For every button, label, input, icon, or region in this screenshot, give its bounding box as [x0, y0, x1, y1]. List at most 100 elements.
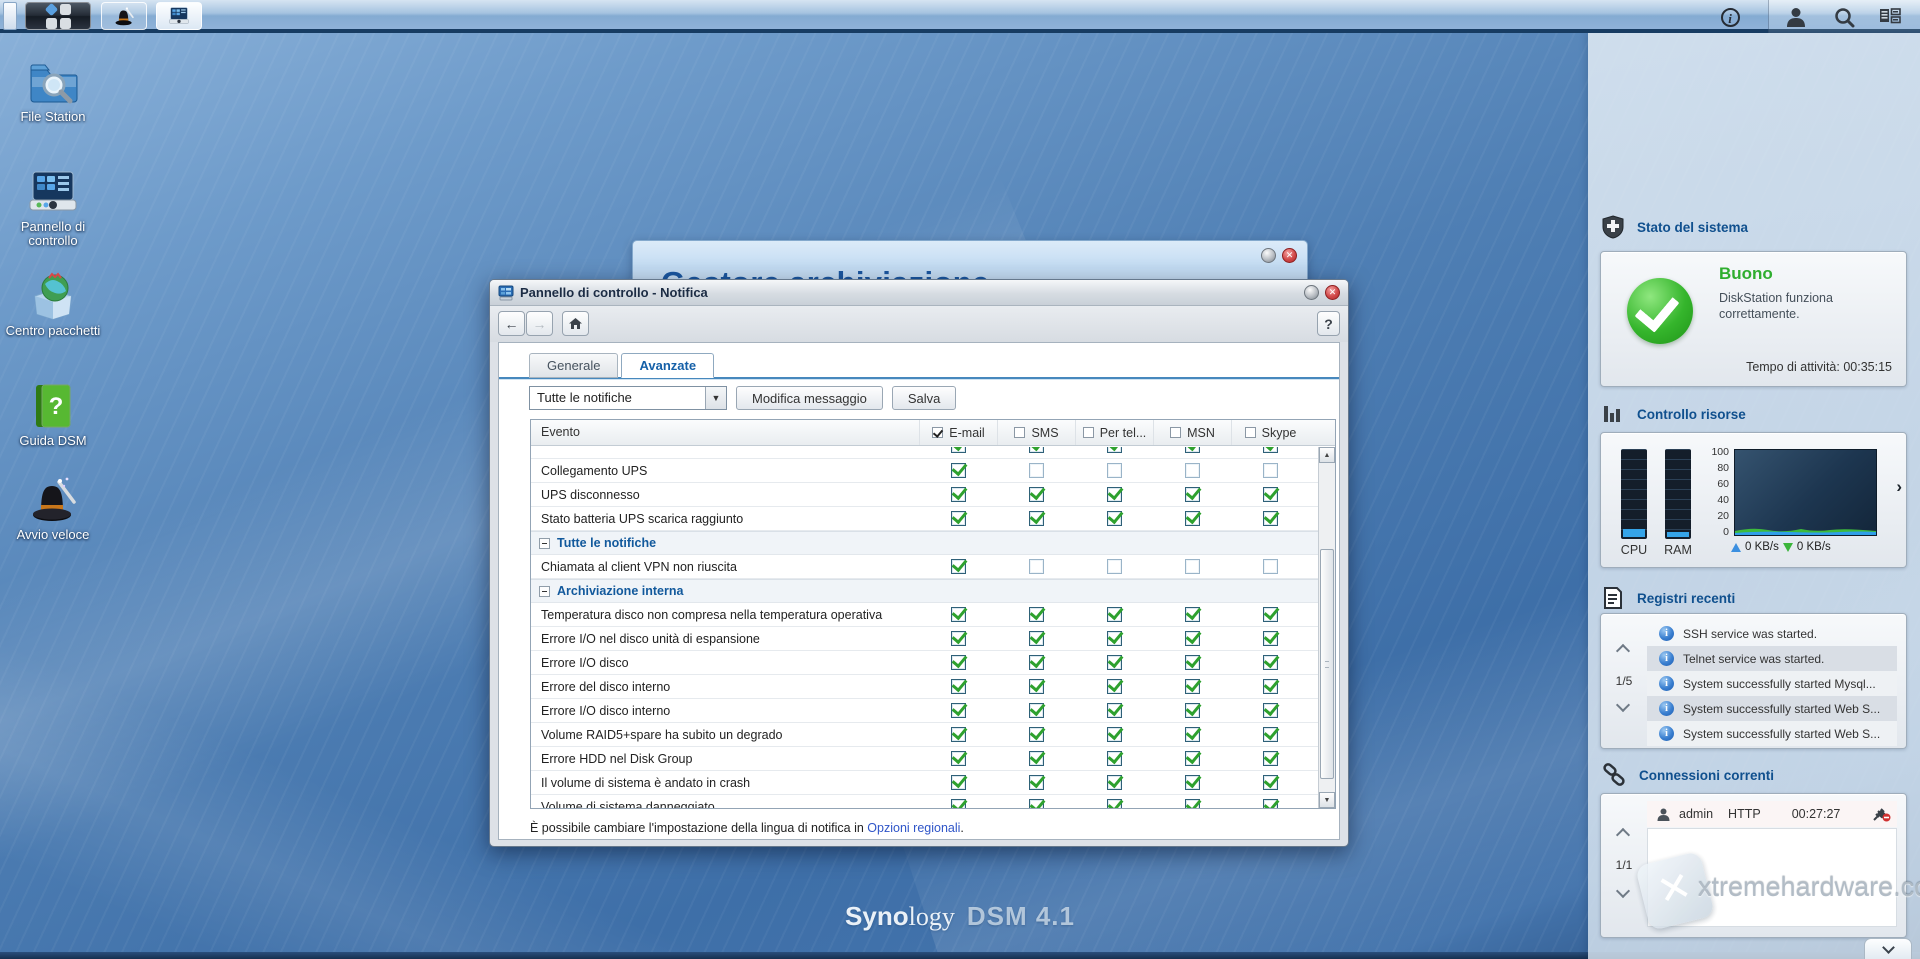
notification-checkbox[interactable] — [1263, 463, 1278, 478]
notification-checkbox[interactable] — [1107, 775, 1122, 790]
table-row[interactable]: UPS disconnesso — [531, 483, 1318, 507]
notification-checkbox[interactable] — [1185, 799, 1200, 808]
tab-avanzate[interactable]: Avanzate — [621, 353, 714, 378]
notification-checkbox[interactable] — [1185, 487, 1200, 502]
tab-generale[interactable]: Generale — [529, 353, 618, 378]
expand-resource-button[interactable]: › — [1896, 477, 1902, 497]
page-down-icon[interactable] — [1616, 884, 1630, 898]
notification-checkbox[interactable] — [1263, 655, 1278, 670]
notification-checkbox[interactable] — [1263, 799, 1278, 808]
page-down-icon[interactable] — [1616, 698, 1630, 712]
notification-checkbox[interactable] — [1263, 751, 1278, 766]
desktop-icon-file-station[interactable]: File Station — [0, 58, 106, 124]
notification-checkbox[interactable] — [1185, 559, 1200, 574]
table-row[interactable]: Temperatura disco non compresa nella tem… — [531, 603, 1318, 627]
notification-checkbox[interactable] — [951, 559, 966, 574]
home-button[interactable] — [562, 311, 589, 336]
table-row[interactable]: Errore I/O nel disco unità di espansione — [531, 627, 1318, 651]
scrollbar-thumb[interactable] — [1320, 549, 1334, 779]
notification-checkbox[interactable] — [951, 487, 966, 502]
dialog-titlebar[interactable]: Pannello di controllo - Notifica ✕ — [490, 280, 1348, 306]
notification-checkbox[interactable] — [1185, 631, 1200, 646]
notification-checkbox[interactable] — [1029, 447, 1044, 453]
main-menu-button[interactable] — [25, 2, 91, 30]
table-group-row[interactable]: Archiviazione interna — [531, 579, 1318, 603]
notification-checkbox[interactable] — [951, 463, 966, 478]
close-icon[interactable]: ✕ — [1282, 248, 1297, 263]
notification-checkbox[interactable] — [1107, 655, 1122, 670]
log-row[interactable]: i System successfully started Web S... — [1647, 696, 1897, 721]
notification-checkbox[interactable] — [1107, 679, 1122, 694]
scroll-up-button[interactable]: ▲ — [1319, 447, 1335, 463]
notification-checkbox[interactable] — [1263, 727, 1278, 742]
notification-checkbox[interactable] — [1263, 703, 1278, 718]
notification-checkbox[interactable] — [1263, 775, 1278, 790]
table-row[interactable]: Volume di sistema danneggiato — [531, 795, 1318, 808]
channel-column-header[interactable]: MSN — [1153, 420, 1231, 445]
notification-checkbox[interactable] — [1185, 679, 1200, 694]
notification-checkbox[interactable] — [1185, 775, 1200, 790]
notification-checkbox[interactable] — [1029, 463, 1044, 478]
notification-checkbox[interactable] — [1107, 703, 1122, 718]
widget-panel-collapse-button[interactable] — [1864, 938, 1912, 959]
notification-checkbox[interactable] — [1107, 727, 1122, 742]
notification-checkbox[interactable] — [1185, 607, 1200, 622]
notification-checkbox[interactable] — [1029, 775, 1044, 790]
channel-column-header[interactable]: Per tel... — [1075, 420, 1153, 445]
notification-checkbox[interactable] — [1107, 463, 1122, 478]
search-button[interactable] — [1832, 5, 1856, 29]
desktop-icon-quick-start[interactable]: Avvio veloce — [0, 474, 106, 542]
column-checkbox[interactable] — [1083, 427, 1094, 438]
event-column-header[interactable]: Evento — [531, 420, 919, 445]
notification-checkbox[interactable] — [1107, 631, 1122, 646]
notification-checkbox[interactable] — [951, 775, 966, 790]
help-button[interactable]: ? — [1317, 311, 1340, 336]
notification-checkbox[interactable] — [1263, 487, 1278, 502]
minimize-button[interactable] — [1304, 285, 1319, 300]
info-button[interactable]: i — [1718, 5, 1742, 29]
notification-checkbox[interactable] — [1029, 559, 1044, 574]
notification-checkbox[interactable] — [1029, 631, 1044, 646]
collapse-icon[interactable] — [539, 538, 550, 549]
desktop-icon-dsm-help[interactable]: ? Guida DSM — [0, 382, 106, 448]
back-button[interactable]: ← — [498, 311, 525, 336]
forward-button[interactable]: → — [526, 311, 553, 336]
notification-checkbox[interactable] — [1029, 511, 1044, 526]
notification-checkbox[interactable] — [951, 447, 966, 453]
table-row[interactable]: Volume RAID5+spare ha subito un degrado — [531, 723, 1318, 747]
table-row[interactable]: Chiamata al client VPN non riuscita — [531, 555, 1318, 579]
desktop-icon-control-panel[interactable]: Pannello di controllo — [0, 168, 106, 248]
notification-checkbox[interactable] — [1029, 607, 1044, 622]
notification-checkbox[interactable] — [1029, 751, 1044, 766]
close-icon[interactable]: ✕ — [1325, 285, 1340, 300]
column-checkbox[interactable] — [932, 427, 943, 438]
channel-column-header[interactable]: SMS — [997, 420, 1075, 445]
notification-checkbox[interactable] — [951, 511, 966, 526]
notification-checkbox[interactable] — [1263, 511, 1278, 526]
table-row[interactable]: Errore HDD nel Disk Group — [531, 747, 1318, 771]
notification-checkbox[interactable] — [1107, 487, 1122, 502]
column-checkbox[interactable] — [1245, 427, 1256, 438]
table-row[interactable]: Il volume di sistema è andato in crash — [531, 771, 1318, 795]
notification-checkbox[interactable] — [951, 631, 966, 646]
log-row[interactable]: i Telnet service was started. — [1647, 646, 1897, 671]
notification-checkbox[interactable] — [1185, 727, 1200, 742]
desktop-icon-package-center[interactable]: Centro pacchetti — [0, 272, 106, 338]
notification-checkbox[interactable] — [1107, 559, 1122, 574]
table-scrollbar[interactable]: ▲ ▼ — [1318, 447, 1335, 808]
page-up-icon[interactable] — [1616, 644, 1630, 658]
notification-checkbox[interactable] — [1263, 559, 1278, 574]
notification-checkbox[interactable] — [1029, 655, 1044, 670]
show-desktop-button[interactable] — [3, 2, 17, 30]
notification-checkbox[interactable] — [1185, 751, 1200, 766]
notification-checkbox[interactable] — [1263, 679, 1278, 694]
notification-checkbox[interactable] — [1107, 751, 1122, 766]
notification-checkbox[interactable] — [951, 607, 966, 622]
edit-message-button[interactable]: Modifica messaggio — [736, 386, 883, 410]
table-row[interactable] — [531, 447, 1318, 459]
notification-checkbox[interactable] — [1107, 799, 1122, 808]
column-checkbox[interactable] — [1170, 427, 1181, 438]
taskbar-app-control-panel[interactable] — [156, 2, 202, 30]
notification-checkbox[interactable] — [1029, 727, 1044, 742]
notification-checkbox[interactable] — [1185, 655, 1200, 670]
